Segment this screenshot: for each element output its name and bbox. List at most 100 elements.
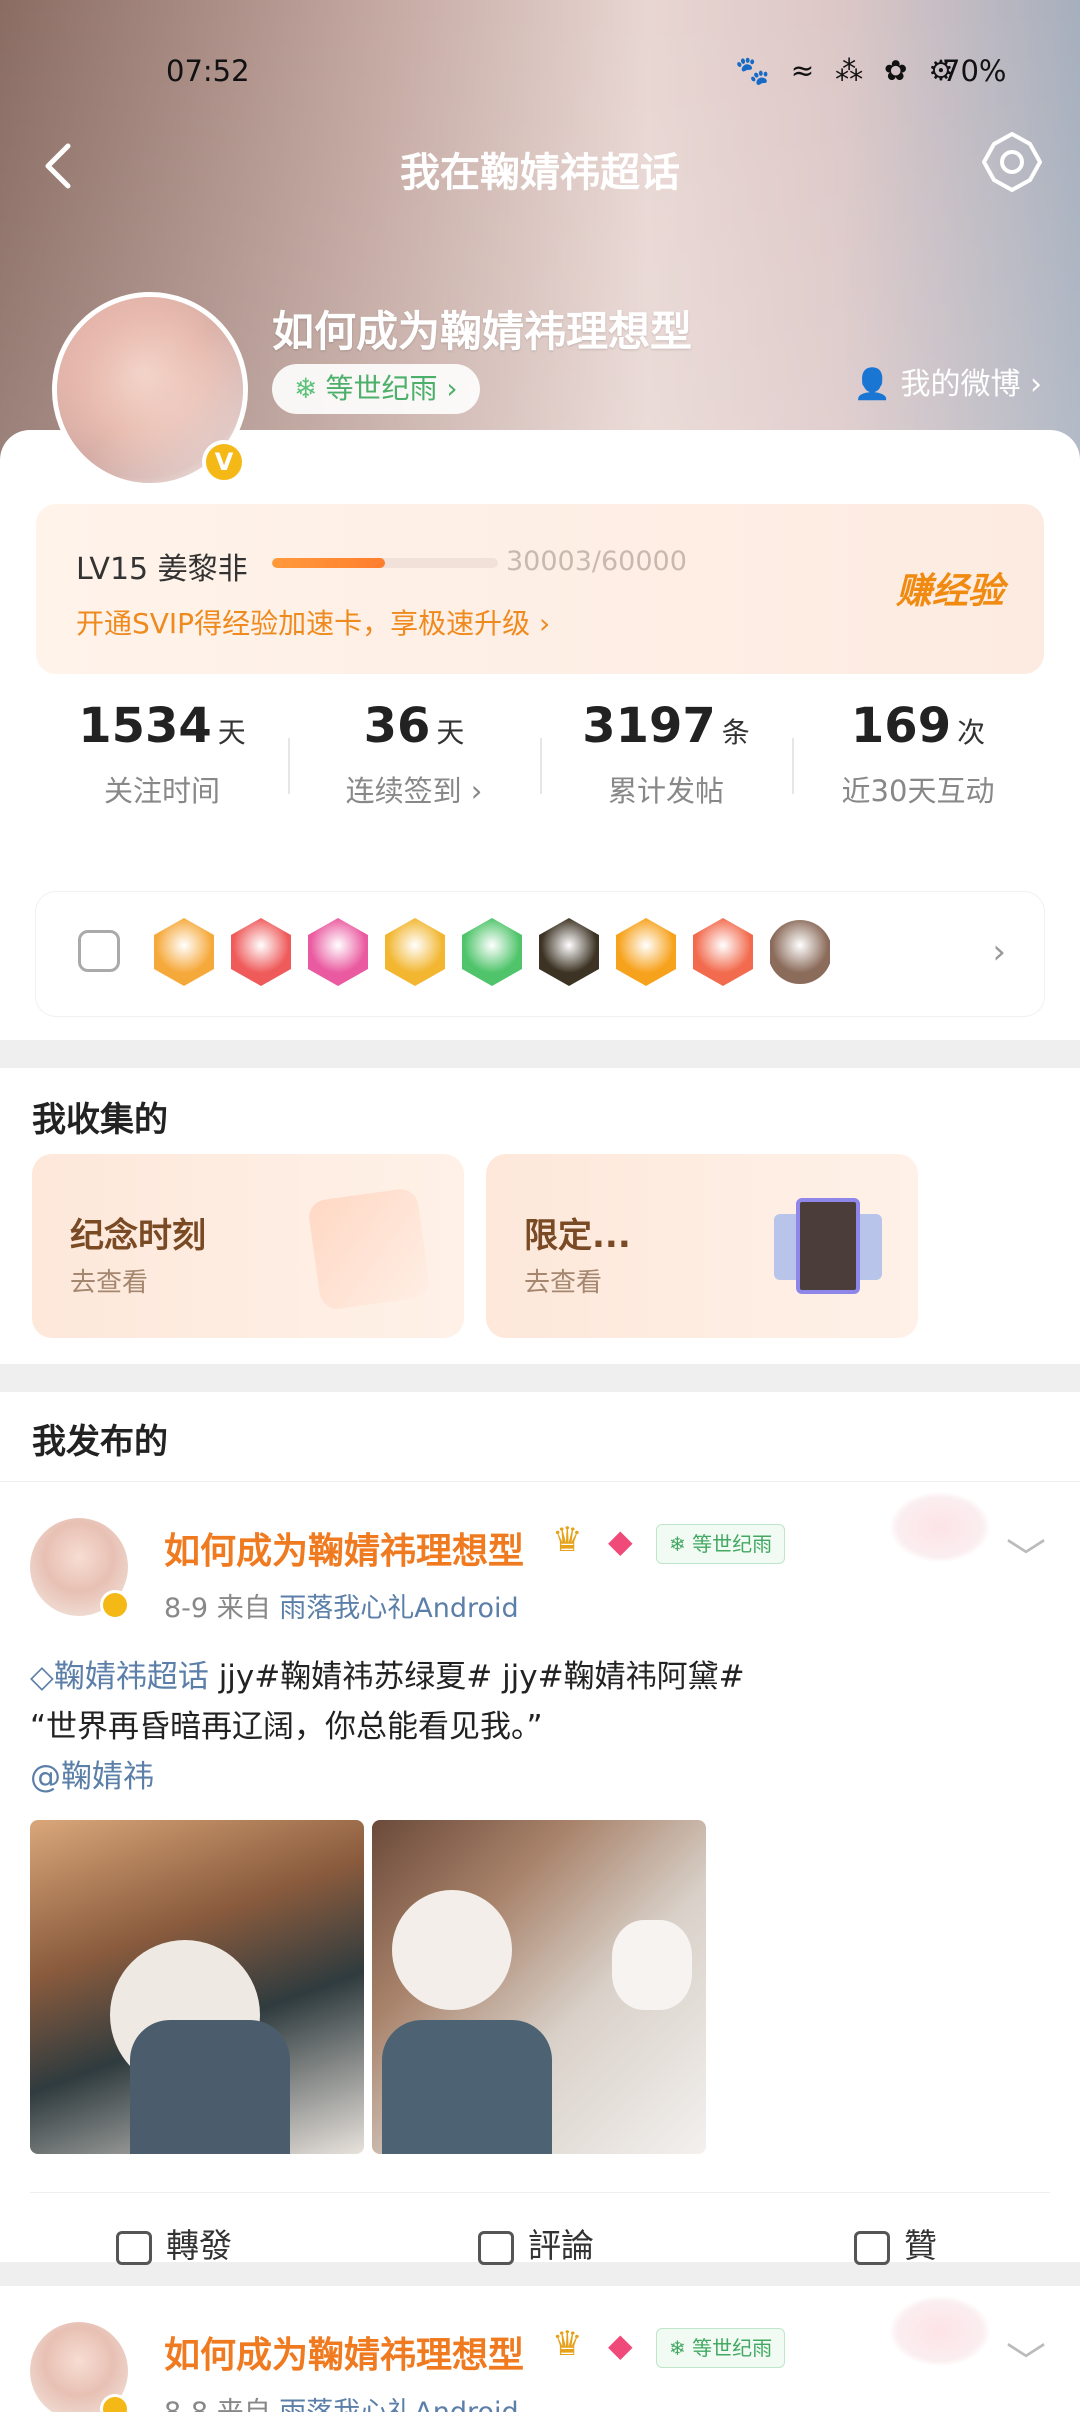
chevron-down-icon[interactable]: ﹀ (1006, 2330, 1046, 2388)
mention-link[interactable]: @鞠婧祎 (30, 1752, 1050, 1802)
stat-follow-days: 1534 天 关注时间 (36, 698, 288, 810)
post-author-name[interactable]: 如何成为鞠婧祎理想型 (164, 1522, 524, 1574)
collection-card-title: 纪念时刻 (70, 1216, 206, 1256)
level-progress-bar (272, 558, 498, 568)
topic-link[interactable]: 鞠婧祎超话 (54, 1659, 209, 1695)
verified-badge-icon (100, 1590, 130, 1620)
post-date: 8-8 (164, 2397, 208, 2412)
member-panel: LV15 姜黎非 30003/60000 开通SVIP得经验加速卡，享极速升级 … (0, 430, 1080, 1040)
stat-value: 3197 (582, 698, 716, 754)
badge-7[interactable] (616, 918, 676, 986)
crown-icon: ♛ (552, 2324, 583, 2364)
stat-value: 1534 (78, 698, 212, 754)
badge-6[interactable] (539, 918, 599, 986)
post-rank-tag: ❄ 等世纪雨 (656, 2328, 786, 2368)
badge-5[interactable] (462, 918, 522, 986)
snowflake-icon: ❄ (294, 372, 318, 405)
status-bar: 07:52 🐾 ≈ ⁂ ✿ ⚙ 70% (0, 50, 1080, 94)
status-time: 07:52 (166, 54, 250, 88)
earn-xp-button[interactable]: 赚经验 (896, 562, 1004, 614)
stat-label: 累计发帖 (607, 774, 724, 808)
settings-gear-icon[interactable] (980, 130, 1044, 194)
stat-unit: 天 (217, 716, 246, 749)
level-gem-icon: ◆ (608, 2326, 633, 2364)
my-weibo-label: 我的微博 (900, 367, 1021, 402)
thumbs-up-icon (854, 2230, 890, 2265)
badge-9[interactable] (770, 919, 830, 985)
rank-pill[interactable]: ❄ 等世纪雨 › (272, 364, 480, 414)
collection-card-moments[interactable]: 纪念时刻 去查看 (32, 1154, 464, 1338)
stat-label: 近30天互动 (841, 774, 995, 808)
stat-unit: 条 (721, 716, 750, 749)
badge-8[interactable] (693, 918, 753, 986)
post-card[interactable]: 如何成为鞠婧祎理想型 ♛ ◆ ❄ 等世纪雨 ﹀ 8-8 来自 雨落我心礼Andr… (0, 2286, 1080, 2412)
badge-4[interactable] (385, 918, 445, 986)
post-hashtags: jjy#鞠婧祎苏绿夏# jjy#鞠婧祎阿黛# (208, 1659, 745, 1695)
notification-icons: 🐾 ≈ ⁂ ✿ ⚙ (735, 54, 960, 87)
comment-label: 評論 (528, 2226, 594, 2265)
collections-section: 我收集的 纪念时刻 去查看 限定... 去查看 (0, 1068, 1080, 1364)
repost-button[interactable]: 轉發 (116, 2219, 232, 2267)
post-source[interactable]: 雨落我心礼Android (279, 1593, 518, 1624)
snowflake-icon: ❄ (669, 2336, 693, 2360)
collection-card-sub: 去查看 (70, 1268, 149, 1298)
stats-row: 1534 天 关注时间 36 天 连续签到 › 3197 条 累计发帖 169 次 近3… (36, 698, 1044, 828)
level-card[interactable]: LV15 姜黎非 30003/60000 开通SVIP得经验加速卡，享极速升级 … (36, 504, 1044, 674)
post-image-2[interactable] (372, 1820, 706, 2154)
post-rank-tag: ❄ 等世纪雨 (656, 1524, 786, 1564)
stat-interactions: 169 次 近30天互动 (792, 698, 1044, 810)
top-nav: 我在鞠婧祎超话 (0, 130, 1080, 204)
verified-badge-icon: V (202, 440, 246, 484)
post-author-name[interactable]: 如何成为鞠婧祎理想型 (164, 2326, 524, 2378)
repost-icon (116, 2230, 152, 2265)
group-name: 如何成为鞠婧祎理想型 (272, 307, 693, 356)
collection-card-limited[interactable]: 限定... 去查看 (486, 1154, 918, 1338)
collection-card-title: 限定... (524, 1216, 631, 1256)
stat-unit: 天 (436, 716, 465, 749)
level-name: LV15 姜黎非 (76, 552, 248, 587)
post-source[interactable]: 雨落我心礼Android (279, 2397, 518, 2412)
stat-label: 连续签到 › (345, 774, 483, 808)
like-button[interactable]: 贊 (854, 2219, 937, 2267)
medal-icon (78, 930, 120, 972)
like-label: 贊 (904, 2226, 937, 2265)
collection-card-sub: 去查看 (524, 1268, 603, 1298)
level-xp: 30003/60000 (506, 546, 687, 577)
level-gem-icon: ◆ (608, 1522, 633, 1560)
stat-checkin-streak[interactable]: 36 天 连续签到 › (288, 698, 540, 810)
crown-icon: ♛ (552, 1520, 583, 1560)
badge-2[interactable] (231, 918, 291, 986)
post-meta: 8-9 来自 雨落我心礼Android (164, 1586, 519, 1625)
my-weibo-link[interactable]: 👤 我的微博 › (854, 360, 1042, 410)
post-actions: 轉發 評論 贊 (30, 2192, 1050, 2286)
post-text: ◇鞠婧祎超话 jjy#鞠婧祎苏绿夏# jjy#鞠婧祎阿黛# “世界再昏暗再辽阔，… (30, 1652, 1050, 1802)
posts-section-header: 我发布的 (0, 1392, 1080, 1482)
chevron-right-icon[interactable]: › (992, 932, 1006, 972)
chevron-down-icon[interactable]: ﹀ (1006, 1526, 1046, 1584)
rank-label: 等世纪雨 (325, 372, 438, 405)
post-image-1[interactable] (30, 1820, 364, 2154)
stat-label: 关注时间 (103, 774, 220, 808)
post-rank-label: 等世纪雨 (692, 2336, 773, 2360)
collections-title: 我收集的 (32, 1100, 168, 1140)
user-icon: 👤 (853, 367, 901, 402)
calendar-heart-icon (306, 1186, 432, 1312)
battery-level: 70% (942, 54, 1007, 88)
posts-title: 我发布的 (32, 1422, 168, 1462)
stat-value: 169 (850, 698, 952, 754)
post-date: 8-9 (164, 1593, 209, 1624)
photo-cards-icon (774, 1198, 882, 1294)
comment-button[interactable]: 評論 (478, 2219, 594, 2267)
level-progress-fill (272, 558, 385, 568)
chevron-right-icon: › (437, 372, 458, 405)
post-from: 来自 (217, 2397, 271, 2412)
badge-1[interactable] (154, 918, 214, 986)
svip-promo-link[interactable]: 开通SVIP得经验加速卡，享极速升级 › (76, 602, 550, 642)
post-card[interactable]: 如何成为鞠婧祎理想型 ♛ ◆ ❄ 等世纪雨 ﹀ 8-9 来自 雨落我心礼Andr… (0, 1482, 1080, 2265)
stat-total-posts: 3197 条 累计发帖 (540, 698, 792, 810)
badge-wall[interactable]: › (36, 892, 1044, 1016)
supertopic-icon: ◇ (30, 1659, 54, 1695)
badge-3[interactable] (308, 918, 368, 986)
comment-icon (478, 2230, 514, 2265)
snowflake-icon: ❄ (669, 1532, 693, 1556)
